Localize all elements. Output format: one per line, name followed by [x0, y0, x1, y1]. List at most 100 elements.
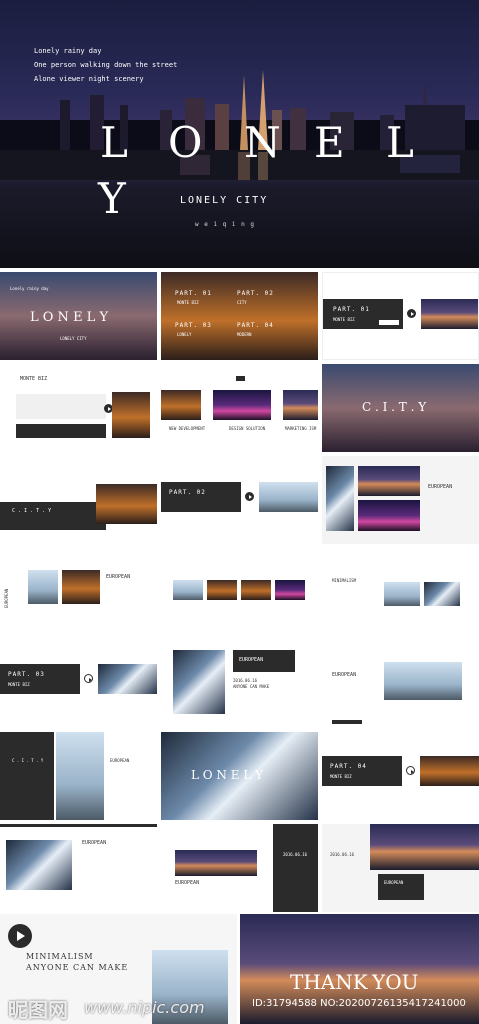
index-part03: PART. 03: [175, 322, 212, 329]
thumb-european-2[interactable]: EUROPEAN EUROPEAN: [0, 548, 157, 636]
four-photo-2: [207, 580, 237, 600]
city-european-photo: [56, 732, 104, 820]
minimalism-2-title: MINIMALISM: [26, 952, 94, 961]
european-7-title: EUROPEAN: [384, 880, 404, 885]
minimalism-2-sub: ANYONE CAN MAKE: [26, 963, 129, 972]
index-part02: PART. 02: [237, 290, 274, 297]
part01-sub: MONTE BIZ: [333, 317, 355, 322]
european-6-date: 2016.06.16: [283, 852, 308, 857]
thumb-lonely-cover[interactable]: Lonely rainy day L O N E L Y LONELY CITY: [0, 272, 157, 360]
hero-line-1: Lonely rainy day: [34, 47, 102, 55]
city-european-label: EUROPEAN: [110, 758, 130, 763]
watermark-id: ID:31794588 NO:20200726135417241000: [252, 998, 466, 1009]
european-7-date: 2016.06.16: [330, 852, 355, 857]
lonely-glass-title: L O N E L Y: [191, 768, 264, 782]
monte-title: MONTE BIZ: [20, 376, 48, 382]
thumb-city[interactable]: C . I . T . Y: [322, 364, 479, 452]
european-6-title: EUROPEAN: [175, 880, 200, 886]
thumb-part02[interactable]: PART. 02: [161, 456, 318, 544]
hero-slide: Lonely rainy day One person walking down…: [0, 0, 479, 268]
thumb-cover-title: L O N E L Y: [30, 310, 109, 325]
hero-letter-l2: L: [386, 118, 414, 167]
city-european-title: C . I . T . Y: [12, 758, 44, 763]
european-1-photo-a: [326, 466, 354, 531]
european-3-photo: [173, 650, 225, 714]
four-photo-3: [241, 580, 271, 600]
thumb-cover-sub: LONELY CITY: [60, 336, 87, 341]
thumb-european-4[interactable]: EUROPEAN: [322, 640, 479, 728]
part03-sub: MONTE BIZ: [8, 682, 30, 687]
thumb-part04[interactable]: PART. 04 MONTE BIZ: [322, 732, 479, 820]
thumb-parts-index[interactable]: PART. 01 MONTE BIZ PART. 02 CITY PART. 0…: [161, 272, 318, 360]
part01-photo: [421, 299, 478, 329]
minimalism-1-title: MINIMALISM: [332, 578, 357, 583]
photo-3-label: MARKETING ISM: [285, 426, 317, 431]
monte-photo: [112, 392, 150, 438]
european-3-sub: ANYONE CAN MAKE: [233, 684, 270, 689]
play-icon[interactable]: [245, 492, 254, 501]
four-photo-1: [173, 580, 203, 600]
hero-line-3: Alone viewer night scenery: [34, 75, 144, 83]
play-icon[interactable]: [84, 674, 93, 683]
thumb-european-7[interactable]: 2016.06.16 EUROPEAN: [322, 824, 479, 912]
part02-photo: [259, 482, 318, 512]
thumb-european-3[interactable]: EUROPEAN 2016.06.16 ANYONE CAN MAKE: [161, 640, 318, 728]
thumb-three-photos[interactable]: NEW DEVELOPMENT DESIGN SOLUTION MARKETIN…: [161, 364, 318, 452]
you-word: YOU: [372, 970, 419, 994]
european-7-photo: [370, 824, 479, 870]
index-modern: MODERN: [237, 332, 252, 337]
index-part01: PART. 01: [175, 290, 212, 297]
thumb-minimalism-1[interactable]: MINIMALISM: [322, 548, 479, 636]
european-3-title: EUROPEAN: [239, 657, 264, 663]
european-6-photo: [175, 850, 257, 876]
thumb-city-european[interactable]: C . I . T . Y EUROPEAN: [0, 732, 157, 820]
european-5-photo-a: [6, 840, 72, 890]
photo-3: [283, 390, 318, 420]
four-photo-4: [275, 580, 305, 600]
hero-letter-o: O: [168, 118, 203, 167]
part04-sub: MONTE BIZ: [330, 774, 352, 779]
chevron-down-icon[interactable]: [236, 376, 245, 381]
city-title: C . I . T . Y: [362, 400, 427, 414]
hero-letter-n: N: [244, 118, 281, 167]
city-dark-title: C . I . T . Y: [12, 508, 52, 514]
european-4-photo: [384, 662, 462, 700]
watermark-logo: 昵图网: [8, 998, 68, 1022]
thumb-cover-text: Lonely rainy day: [10, 286, 49, 291]
part03-photo: [98, 664, 157, 694]
hero-subtitle: LONELY CITY: [180, 195, 269, 206]
hero-letter-e: E: [314, 118, 345, 167]
thumb-part01[interactable]: PART. 01 MONTE BIZ: [322, 272, 479, 360]
part04-title: PART. 04: [330, 763, 367, 770]
european-2-photo-b: [62, 570, 100, 604]
city-dark-photo: [96, 484, 157, 524]
european-2-title: EUROPEAN: [106, 574, 131, 580]
photo-1-label: NEW DEVELOPMENT: [169, 426, 206, 431]
thumb-monte-biz[interactable]: MONTE BIZ: [0, 364, 157, 452]
index-city: CITY: [237, 300, 247, 305]
part01-title: PART. 01: [333, 306, 370, 313]
play-icon[interactable]: [407, 309, 416, 318]
thumb-european-1[interactable]: EUROPEAN: [322, 456, 479, 544]
part04-photo: [420, 756, 479, 786]
european-3-date: 2016.06.16: [233, 678, 258, 683]
thumb-european-6[interactable]: EUROPEAN 2016.06.16: [161, 824, 318, 912]
european-2-vertical: EUROPEAN: [4, 588, 9, 608]
watermark-site: www.nipic.com: [84, 998, 205, 1017]
thumb-city-dark[interactable]: C . I . T . Y: [0, 456, 157, 544]
european-4-title: EUROPEAN: [332, 672, 357, 678]
european-1-photo-c: [358, 500, 420, 531]
hero-letter-y: Y: [98, 174, 126, 223]
european-2-photo-a: [28, 570, 58, 604]
index-monte: MONTE BIZ: [177, 300, 199, 305]
photo-2-label: DESIGN SOLUTION: [229, 426, 266, 431]
thumb-four-photos[interactable]: [161, 548, 318, 636]
thank-word: THANK: [290, 970, 368, 994]
thumb-part03[interactable]: PART. 03 MONTE BIZ: [0, 640, 157, 728]
thumb-lonely-glass[interactable]: L O N E L Y: [161, 732, 318, 820]
thumb-european-5[interactable]: EUROPEAN: [0, 824, 157, 912]
photo-1: [161, 390, 201, 420]
play-icon[interactable]: [406, 766, 415, 775]
part02-title: PART. 02: [169, 489, 206, 496]
part01-button[interactable]: [379, 320, 399, 325]
